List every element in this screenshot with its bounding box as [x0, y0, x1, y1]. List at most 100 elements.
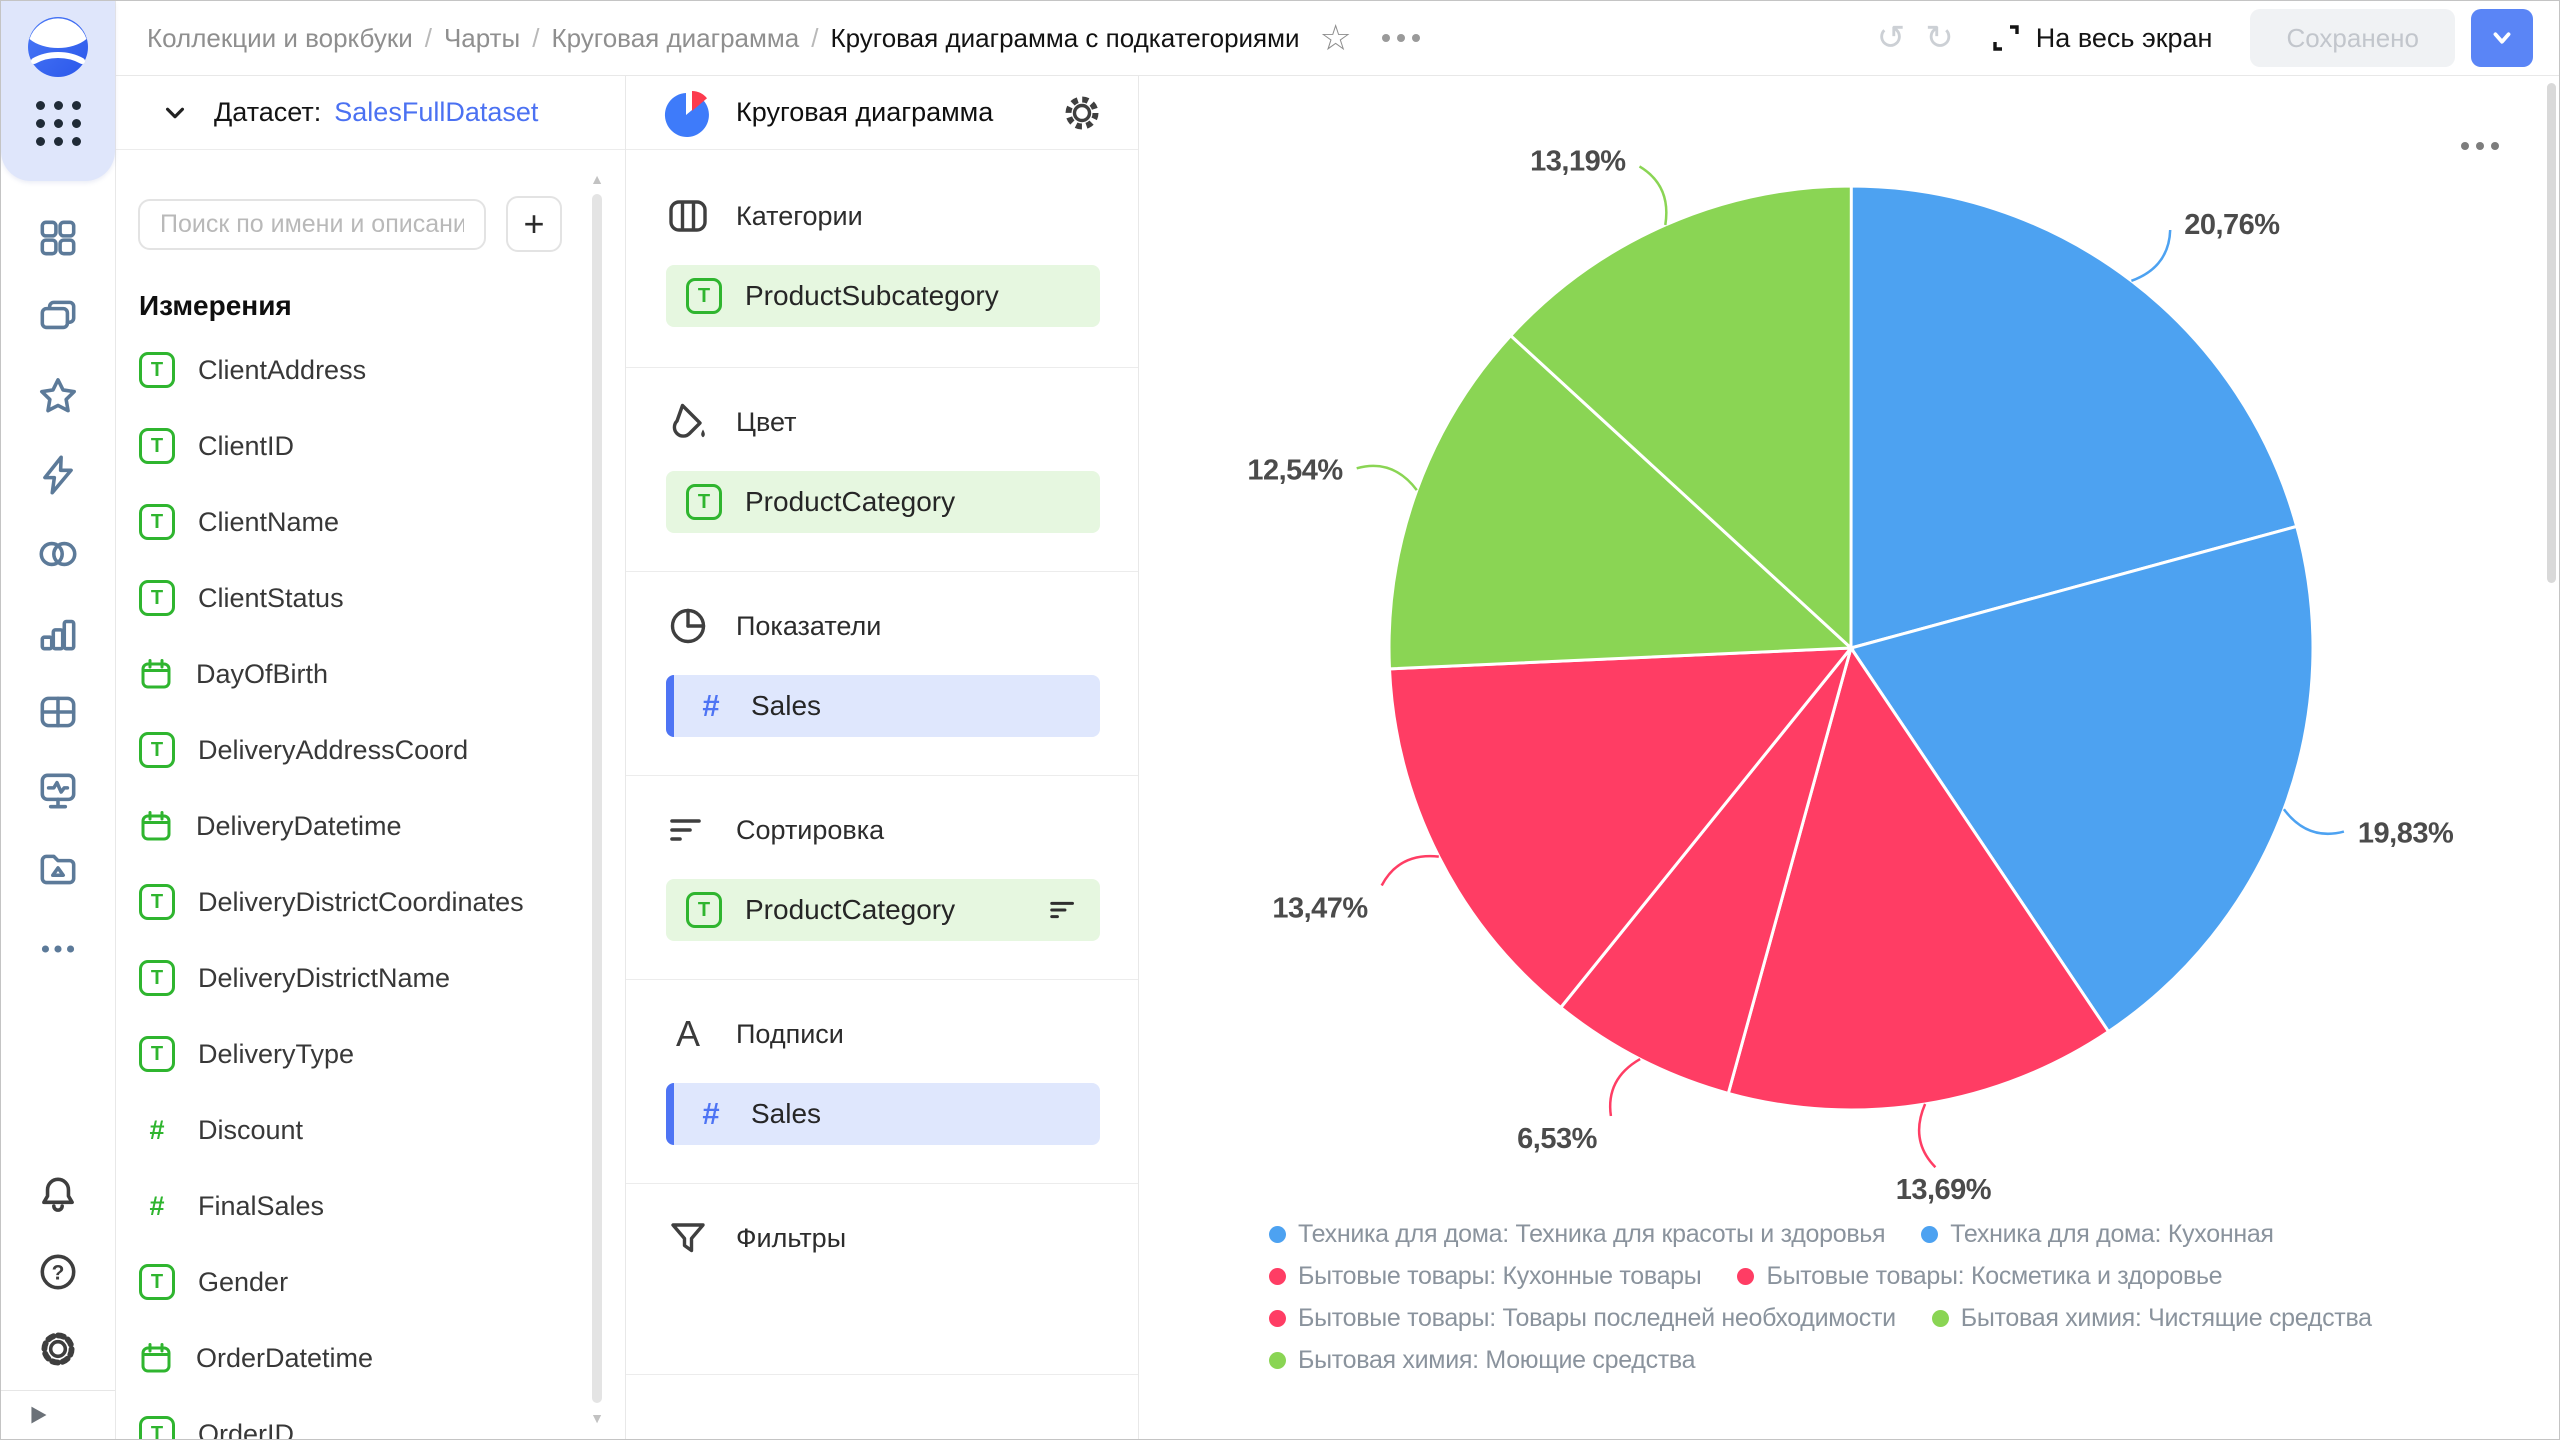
scroll-up-icon[interactable]: ▲: [590, 172, 604, 186]
section-labels: A Подписи # Sales: [626, 980, 1138, 1184]
field-search-input[interactable]: [138, 199, 486, 250]
charts-icon[interactable]: [35, 610, 81, 656]
dimension-item[interactable]: TDeliveryAddressCoord: [115, 712, 625, 788]
dataset-selector[interactable]: Датасет: SalesFullDataset: [115, 76, 625, 150]
labels-field-pill[interactable]: # Sales: [666, 1083, 1100, 1145]
gallery-icon[interactable]: [35, 847, 81, 893]
dimension-item[interactable]: #FinalSales: [115, 1168, 625, 1244]
chevron-down-icon: [2487, 23, 2517, 53]
dashboards-icon[interactable]: [35, 689, 81, 735]
legend-item[interactable]: Бытовые товары: Товары последней необход…: [1269, 1304, 1896, 1333]
dimension-name: ClientName: [198, 507, 339, 538]
more-icon[interactable]: [35, 926, 81, 972]
more-menu-icon[interactable]: [1382, 34, 1420, 42]
legend-item[interactable]: Техника для дома: Техника для красоты и …: [1269, 1220, 1885, 1249]
string-type-icon: T: [139, 1036, 175, 1072]
legend-item[interactable]: Бытовые товары: Кухонные товары: [1269, 1262, 1701, 1291]
dimension-item[interactable]: #Discount: [115, 1092, 625, 1168]
legend-dot: [1921, 1226, 1938, 1243]
workbooks-icon[interactable]: [35, 294, 81, 340]
legend-item[interactable]: Бытовая химия: Моющие средства: [1269, 1346, 1695, 1375]
dataset-name-link[interactable]: SalesFullDataset: [334, 97, 538, 128]
collections-icon[interactable]: [35, 215, 81, 261]
legend-label: Бытовые товары: Косметика и здоровье: [1766, 1262, 2222, 1291]
string-type-icon: T: [139, 428, 175, 464]
breadcrumb-item[interactable]: Чарты: [444, 23, 520, 54]
undo-icon[interactable]: ↺: [1867, 21, 1916, 55]
breadcrumb-separator: /: [811, 23, 818, 54]
legend-dot: [1269, 1268, 1286, 1285]
dimension-name: DeliveryDistrictName: [198, 963, 450, 994]
dimension-item[interactable]: T DeliveryDistrictName: [115, 940, 625, 1016]
monitoring-icon[interactable]: [35, 768, 81, 814]
dimension-item[interactable]: TClientAddress: [115, 332, 625, 408]
breadcrumb-item[interactable]: Коллекции и воркбуки: [147, 23, 413, 54]
breadcrumb-item[interactable]: Круговая диаграмма: [551, 23, 799, 54]
sort-direction-icon[interactable]: [1048, 894, 1080, 926]
dimensions-scrollbar[interactable]: ▲ ▼: [591, 172, 603, 1425]
string-type-icon: T: [686, 278, 722, 314]
fullscreen-icon[interactable]: [1990, 22, 2022, 54]
add-field-button[interactable]: +: [506, 196, 562, 252]
notifications-icon[interactable]: [35, 1172, 81, 1218]
page-scrollbar-thumb[interactable]: [2547, 83, 2556, 583]
settings-icon[interactable]: [35, 1326, 81, 1372]
expand-panel-icon[interactable]: [23, 1400, 53, 1430]
apps-grid-icon[interactable]: [36, 101, 81, 146]
dimension-item[interactable]: T ClientID: [115, 408, 625, 484]
dimension-item[interactable]: TGender: [115, 1244, 625, 1320]
label-connector-line: [1382, 856, 1439, 885]
help-icon[interactable]: ?: [35, 1249, 81, 1295]
string-type-icon: T: [139, 960, 175, 996]
save-dropdown-button[interactable]: [2471, 9, 2533, 67]
sort-icon: [666, 808, 710, 852]
legend-item[interactable]: Техника для дома: Кухонная: [1921, 1220, 2273, 1249]
redo-icon[interactable]: ↻: [1915, 21, 1964, 55]
dimension-name: OrderDatetime: [196, 1343, 373, 1374]
scrollbar-thumb[interactable]: [592, 194, 602, 1403]
categories-field-pill[interactable]: T ProductSubcategory: [666, 265, 1100, 327]
pie-percent-label: 20,76%: [2184, 209, 2280, 241]
connections-icon[interactable]: [35, 452, 81, 498]
legend-item[interactable]: Бытовая химия: Чистящие средства: [1932, 1304, 2372, 1333]
string-type-icon: T: [139, 884, 175, 920]
datalens-logo[interactable]: [26, 15, 90, 79]
measures-field-pill[interactable]: # Sales: [666, 675, 1100, 737]
dimension-name: ClientID: [198, 431, 294, 462]
rail-bottom: ?: [1, 1172, 115, 1372]
color-field-pill[interactable]: T ProductCategory: [666, 471, 1100, 533]
datasets-icon[interactable]: [35, 531, 81, 577]
left-rail: ?: [1, 1, 116, 1439]
favorites-icon[interactable]: [35, 373, 81, 419]
fullscreen-label[interactable]: На весь экран: [2036, 23, 2213, 54]
dimension-item[interactable]: TClientStatus: [115, 560, 625, 636]
dimension-item[interactable]: TClientName: [115, 484, 625, 560]
dimension-item[interactable]: T DeliveryType: [115, 1016, 625, 1092]
save-button[interactable]: Сохранено: [2250, 9, 2455, 67]
pie-chart-type-icon[interactable]: [664, 89, 712, 137]
dimension-name: OrderID: [198, 1419, 294, 1440]
dataset-label: Датасет:: [214, 97, 321, 128]
dimension-item[interactable]: DayOfBirth: [115, 636, 625, 712]
favorite-star-icon[interactable]: ☆: [1320, 20, 1352, 56]
dimension-name: DeliveryType: [198, 1039, 354, 1070]
dimension-item[interactable]: TOrderID: [115, 1396, 625, 1439]
scroll-down-icon[interactable]: ▼: [590, 1411, 604, 1425]
string-type-icon: T: [686, 484, 722, 520]
dimension-item[interactable]: T DeliveryDistrictCoordinates: [115, 864, 625, 940]
number-type-icon: #: [694, 1096, 728, 1132]
legend-dot: [1932, 1310, 1949, 1327]
legend-dot: [1269, 1310, 1286, 1327]
legend-label: Бытовая химия: Моющие средства: [1298, 1346, 1695, 1375]
sort-field-pill[interactable]: T ProductCategory: [666, 879, 1100, 941]
dimension-item[interactable]: DeliveryDatetime: [115, 788, 625, 864]
pie-percent-label: 19,83%: [2358, 818, 2454, 850]
breadcrumb-item[interactable]: Круговая диаграмма с подкатегориями: [830, 23, 1299, 54]
dimension-item[interactable]: OrderDatetime: [115, 1320, 625, 1396]
dimension-name: DeliveryDistrictCoordinates: [198, 887, 524, 918]
gear-icon[interactable]: [1060, 91, 1104, 135]
paint-bucket-icon: [666, 400, 710, 444]
legend-item[interactable]: Бытовые товары: Косметика и здоровье: [1737, 1262, 2222, 1291]
chart-menu-icon[interactable]: [2461, 142, 2499, 150]
topbar: Коллекции и воркбуки/Чарты/Круговая диаг…: [115, 1, 2559, 76]
